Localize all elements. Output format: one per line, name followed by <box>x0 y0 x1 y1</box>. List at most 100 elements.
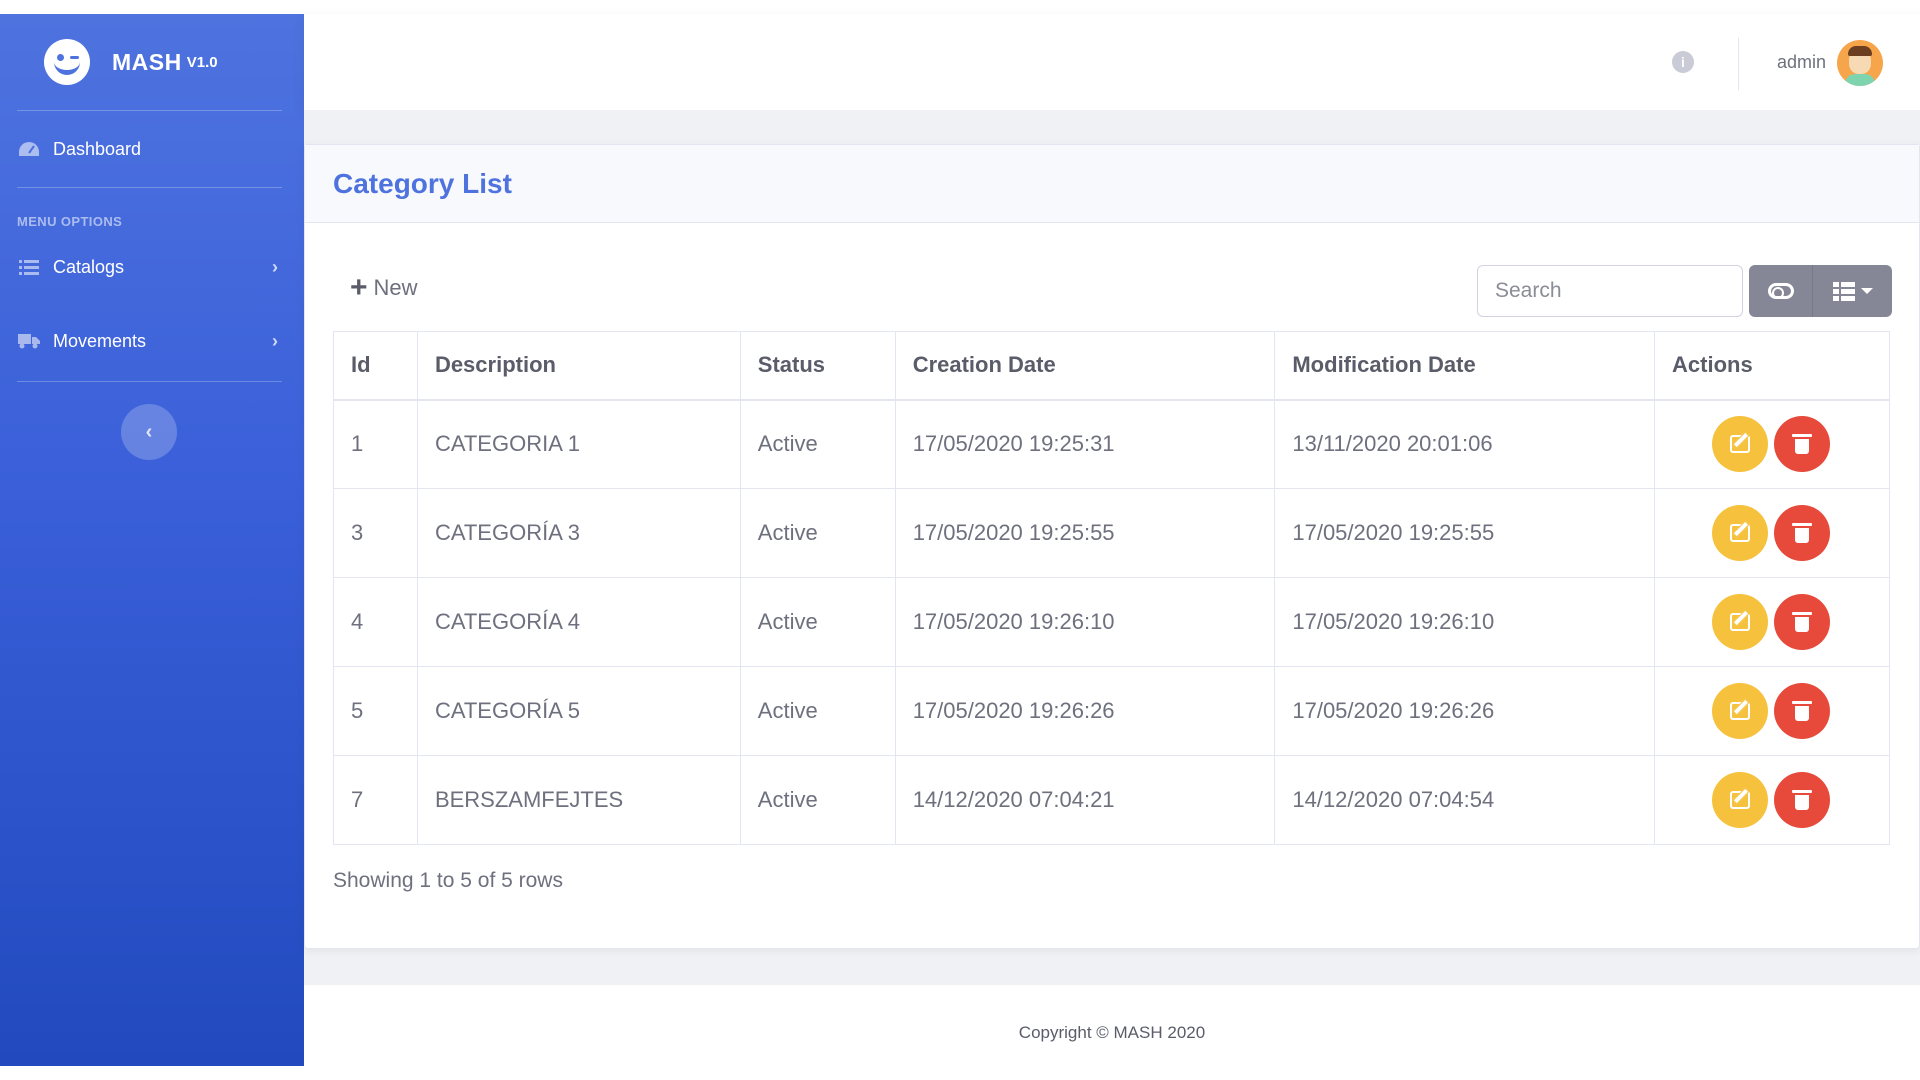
edit-icon <box>1730 435 1751 454</box>
edit-button[interactable] <box>1712 683 1769 739</box>
sidebar-item-label: Catalogs <box>53 256 125 277</box>
chevron-right-icon: › <box>272 256 278 277</box>
plus-icon: + <box>350 271 368 304</box>
cell-modification-date: 17/05/2020 19:25:55 <box>1274 488 1656 578</box>
chevron-right-icon: › <box>272 330 278 351</box>
truck-icon <box>17 333 41 349</box>
column-header-actions: Actions <box>1654 331 1890 401</box>
column-header-id[interactable]: Id <box>333 331 418 401</box>
brand-version: V1.0 <box>186 53 218 71</box>
cell-status: Active <box>739 399 896 489</box>
sidebar: MASH V1.0 Dashboard MENU OPTIONS Catalog… <box>0 14 304 1066</box>
category-list-card: Category List + New Id Description Sta <box>304 144 1920 949</box>
cell-creation-date: 17/05/2020 19:25:55 <box>894 488 1276 578</box>
new-button-label: New <box>373 275 418 300</box>
table-row: 3 CATEGORÍA 3 Active 17/05/2020 19:25:55… <box>333 488 1890 578</box>
cell-id: 1 <box>333 399 418 489</box>
cell-description: CATEGORÍA 5 <box>416 666 741 756</box>
sidebar-item-dashboard[interactable]: Dashboard <box>0 111 304 187</box>
footer: Copyright © MASH 2020 <box>304 985 1920 1066</box>
sidebar-item-label: Dashboard <box>53 138 142 159</box>
delete-button[interactable] <box>1774 683 1831 739</box>
cell-actions <box>1654 577 1890 667</box>
list-icon <box>17 259 41 275</box>
trash-icon <box>1792 612 1813 632</box>
cell-description: CATEGORÍA 4 <box>416 577 741 667</box>
edit-button[interactable] <box>1712 416 1769 473</box>
columns-dropdown-button[interactable] <box>1813 265 1892 317</box>
cell-actions <box>1654 399 1890 489</box>
delete-button[interactable] <box>1774 505 1831 561</box>
toggle-icon <box>1767 283 1794 299</box>
page-title: Category List <box>333 167 512 199</box>
topbar: i admin <box>304 14 1920 110</box>
category-table: Id Description Status Creation Date Modi… <box>333 331 1890 845</box>
cell-creation-date: 17/05/2020 19:26:10 <box>894 577 1276 667</box>
sidebar-item-label: Movements <box>53 330 147 351</box>
cell-actions <box>1654 488 1890 578</box>
avatar[interactable] <box>1837 40 1883 86</box>
column-header-status[interactable]: Status <box>739 331 896 401</box>
edit-icon <box>1730 702 1751 720</box>
search-input[interactable] <box>1477 265 1743 317</box>
delete-button[interactable] <box>1774 772 1831 828</box>
table-row: 5 CATEGORÍA 5 Active 17/05/2020 19:26:26… <box>333 666 1890 756</box>
cell-description: BERSZAMFEJTES <box>416 755 741 845</box>
column-header-creation-date[interactable]: Creation Date <box>894 331 1276 401</box>
edit-icon <box>1730 524 1751 542</box>
cell-id: 7 <box>333 755 418 845</box>
edit-icon <box>1730 791 1751 809</box>
brand-name: MASH <box>112 48 182 75</box>
edit-button[interactable] <box>1712 772 1769 828</box>
user-name[interactable]: admin <box>1777 52 1826 73</box>
menu-heading: MENU OPTIONS <box>17 214 123 229</box>
cell-actions <box>1654 755 1890 845</box>
trash-icon <box>1792 523 1813 543</box>
cell-modification-date: 13/11/2020 20:01:06 <box>1274 399 1656 489</box>
edit-button[interactable] <box>1712 594 1769 650</box>
table-row: 1 CATEGORIA 1 Active 17/05/2020 19:25:31… <box>333 399 1890 489</box>
sidebar-divider <box>17 381 282 382</box>
table-toolbar: + New <box>305 265 1919 317</box>
cell-modification-date: 17/05/2020 19:26:26 <box>1274 666 1656 756</box>
trash-icon <box>1792 790 1813 810</box>
table-view-buttons <box>1749 265 1892 317</box>
toggle-view-button[interactable] <box>1749 265 1813 317</box>
cell-status: Active <box>739 577 896 667</box>
table-row: 4 CATEGORÍA 4 Active 17/05/2020 19:26:10… <box>333 577 1890 667</box>
table-header-row: Id Description Status Creation Date Modi… <box>333 331 1890 401</box>
new-button[interactable]: + New <box>350 273 418 303</box>
cell-creation-date: 17/05/2020 19:26:26 <box>894 666 1276 756</box>
caret-down-icon <box>1860 288 1873 294</box>
chevron-left-icon: ‹ <box>145 420 153 443</box>
th-list-icon <box>1832 281 1855 301</box>
column-header-modification-date[interactable]: Modification Date <box>1274 331 1656 401</box>
cell-id: 5 <box>333 666 418 756</box>
brand[interactable]: MASH V1.0 <box>0 14 304 110</box>
copyright-text: Copyright © MASH 2020 <box>1018 1023 1206 1042</box>
cell-modification-date: 14/12/2020 07:04:54 <box>1274 755 1656 845</box>
card-header: Category List <box>305 145 1919 223</box>
sidebar-item-movements[interactable]: Movements › <box>0 301 304 381</box>
cell-description: CATEGORÍA 3 <box>416 488 741 578</box>
cell-id: 3 <box>333 488 418 578</box>
wink-logo-icon <box>44 39 90 85</box>
cell-status: Active <box>739 755 896 845</box>
info-icon[interactable]: i <box>1672 51 1694 73</box>
delete-button[interactable] <box>1774 594 1831 650</box>
cell-status: Active <box>739 666 896 756</box>
cell-status: Active <box>739 488 896 578</box>
topbar-divider <box>1738 38 1739 90</box>
cell-description: CATEGORIA 1 <box>416 399 741 489</box>
delete-button[interactable] <box>1774 416 1831 473</box>
tachometer-icon <box>17 141 41 157</box>
cell-actions <box>1654 666 1890 756</box>
column-header-description[interactable]: Description <box>416 331 741 401</box>
cell-modification-date: 17/05/2020 19:26:10 <box>1274 577 1656 667</box>
sidebar-toggle-button[interactable]: ‹ <box>121 404 177 460</box>
cell-creation-date: 17/05/2020 19:25:31 <box>894 399 1276 489</box>
sidebar-item-catalogs[interactable]: Catalogs › <box>0 237 304 297</box>
trash-icon <box>1792 434 1813 455</box>
cell-creation-date: 14/12/2020 07:04:21 <box>894 755 1276 845</box>
edit-button[interactable] <box>1712 505 1769 561</box>
